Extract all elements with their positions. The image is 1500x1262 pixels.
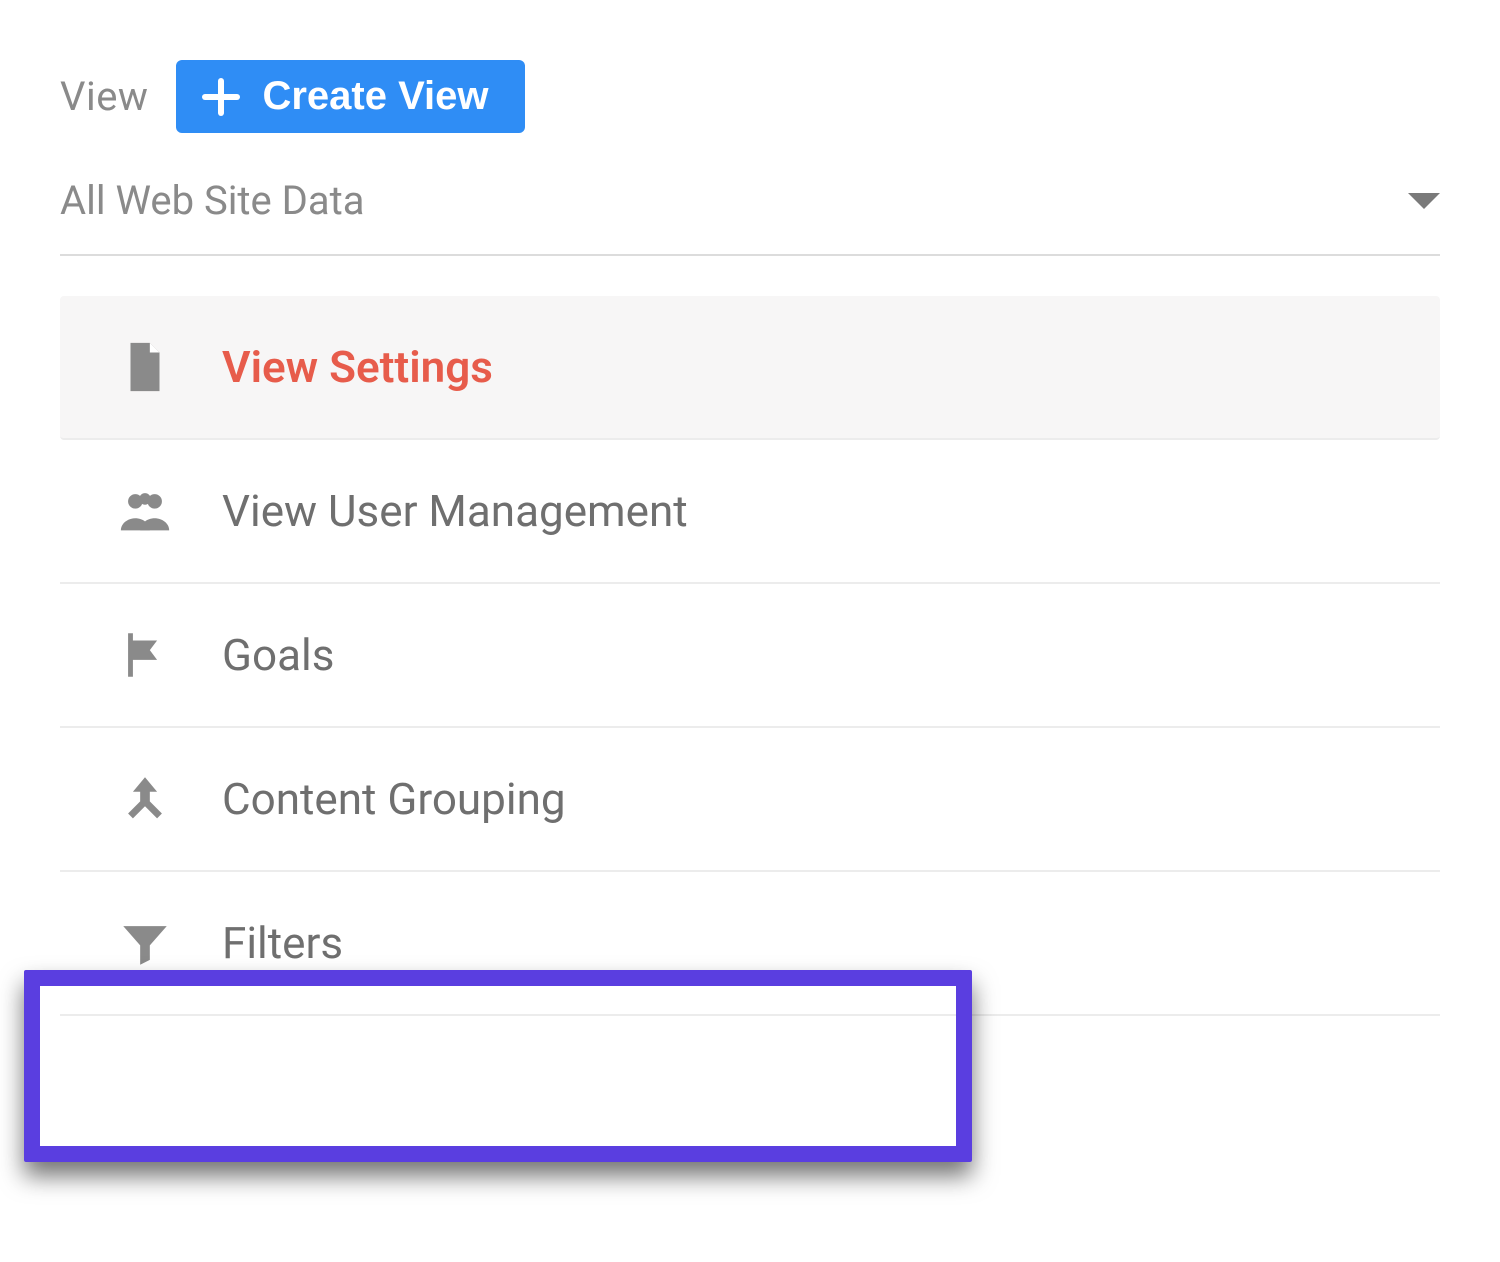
- plus-icon: [202, 78, 240, 116]
- view-selector-label: All Web Site Data: [60, 177, 365, 224]
- people-icon: [116, 482, 174, 540]
- view-selector[interactable]: All Web Site Data: [60, 177, 1440, 256]
- menu-item-view-user-management[interactable]: View User Management: [60, 440, 1440, 584]
- menu-item-content-grouping[interactable]: Content Grouping: [60, 728, 1440, 872]
- menu-item-filters[interactable]: Filters: [60, 872, 1440, 1016]
- view-settings-menu: View Settings View User Management G: [60, 296, 1440, 1016]
- menu-item-label: Goals: [222, 629, 334, 681]
- create-view-label: Create View: [262, 74, 488, 119]
- menu-item-goals[interactable]: Goals: [60, 584, 1440, 728]
- menu-item-label: Content Grouping: [222, 773, 566, 825]
- create-view-button[interactable]: Create View: [176, 60, 524, 133]
- header-row: View Create View: [60, 60, 1440, 133]
- menu-item-label: View Settings: [222, 341, 493, 393]
- menu-item-label: Filters: [222, 917, 343, 969]
- merge-icon: [116, 770, 174, 828]
- menu-item-label: View User Management: [222, 485, 688, 537]
- menu-item-view-settings[interactable]: View Settings: [60, 296, 1440, 440]
- view-admin-panel: View Create View All Web Site Data View …: [0, 0, 1500, 1016]
- caret-down-icon: [1408, 193, 1440, 209]
- flag-icon: [116, 626, 174, 684]
- section-label: View: [60, 73, 148, 120]
- filter-icon: [116, 914, 174, 972]
- file-icon: [116, 338, 174, 396]
